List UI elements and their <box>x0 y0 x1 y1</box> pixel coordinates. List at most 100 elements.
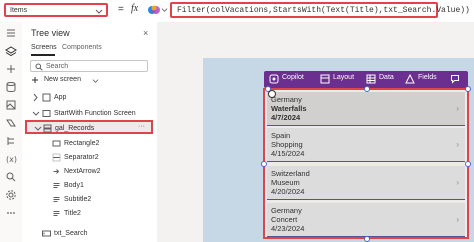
gallery-item[interactable]: Germany Waterfalls 4/7/2024 › <box>267 92 465 126</box>
rectangle-icon <box>52 139 61 148</box>
chevron-right-icon[interactable]: › <box>456 178 459 187</box>
formula-bar: Items = fx Filter(colVacations,StartsWit… <box>0 0 474 23</box>
copilot-icon[interactable] <box>147 4 161 16</box>
chevron-down-icon[interactable] <box>92 77 99 84</box>
media-icon[interactable] <box>4 98 18 112</box>
chevron-down-icon[interactable] <box>161 6 168 13</box>
tree-icon[interactable] <box>4 134 18 148</box>
more-options-icon[interactable]: ··· <box>138 123 145 130</box>
tree-item-label: Subtitle2 <box>64 195 92 203</box>
tree-item-title[interactable]: Title2 <box>22 208 157 220</box>
data-table-icon[interactable] <box>366 74 376 84</box>
settings-icon[interactable] <box>4 188 18 202</box>
arrow-icon <box>52 167 61 176</box>
resize-handle[interactable] <box>465 86 471 92</box>
property-dropdown-value: Items <box>10 7 28 14</box>
chevron-right-icon[interactable]: › <box>456 104 459 113</box>
resize-handle[interactable] <box>364 236 370 242</box>
chevron-right-icon[interactable]: › <box>456 215 459 224</box>
equals-sign: = <box>118 4 124 15</box>
tree-item-app[interactable]: App <box>22 92 157 104</box>
label-icon <box>52 181 61 190</box>
gallery-item[interactable]: Spain Shopping 4/15/2024 › <box>267 128 465 162</box>
search-placeholder: Search <box>46 62 69 70</box>
tree-item-label: Rectangle2 <box>64 139 100 147</box>
chevron-down-icon[interactable] <box>34 124 42 132</box>
property-dropdown[interactable]: Items <box>4 3 108 17</box>
chevron-right-icon[interactable]: › <box>456 140 459 149</box>
more-options-icon[interactable] <box>4 206 18 220</box>
chevron-right-icon[interactable] <box>32 93 39 102</box>
data-icon[interactable] <box>4 80 18 94</box>
tree-item-body[interactable]: Body1 <box>22 180 157 192</box>
label-icon <box>52 195 61 204</box>
resize-handle[interactable] <box>364 86 370 92</box>
gallery-item[interactable]: Germany Concert 4/23/2024 › <box>267 203 465 237</box>
tab-screens[interactable]: Screens <box>31 44 57 51</box>
layout-button[interactable]: Layout <box>333 74 354 81</box>
tab-components[interactable]: Components <box>62 44 102 51</box>
search-input[interactable]: Search <box>30 60 148 72</box>
chevron-down-icon[interactable] <box>32 109 40 117</box>
tree-item-gallery[interactable]: gal_Records ··· <box>25 120 153 134</box>
tree-item-label: gal_Records <box>55 124 95 132</box>
variables-icon[interactable]: (x) <box>4 152 18 166</box>
comment-icon[interactable] <box>450 74 460 84</box>
tree-view-panel: Tree view × Screens Components Search Ne… <box>22 22 158 242</box>
gallery-item-country: Switzerland <box>271 169 310 178</box>
gallery-item-title: Shopping <box>271 140 303 149</box>
screen-icon <box>42 109 51 118</box>
gallery-item-country: Germany <box>271 95 302 104</box>
search-icon <box>35 63 43 71</box>
separator-icon <box>52 153 61 162</box>
gallery-item-title: Concert <box>271 215 298 224</box>
tree-item-label: Body1 <box>64 181 84 189</box>
gallery-item[interactable]: Switzerland Museum 4/20/2024 › <box>267 166 465 200</box>
tree-item-label: Title2 <box>64 209 81 217</box>
layout-icon[interactable] <box>320 74 330 84</box>
tree-item-label: txt_Search <box>54 229 88 237</box>
svg-text:(x): (x) <box>6 155 17 164</box>
resize-handle[interactable] <box>465 161 471 167</box>
gallery-item-date: 4/23/2024 <box>271 224 305 233</box>
tree-item-screen[interactable]: StartWith Function Screen <box>22 108 157 120</box>
resize-handle[interactable] <box>261 161 267 167</box>
power-automate-icon[interactable] <box>4 116 18 130</box>
gallery-item-title: Waterfalls <box>271 104 307 113</box>
fields-icon[interactable] <box>405 74 415 84</box>
gallery-item-date: 4/20/2024 <box>271 187 305 196</box>
app-icon <box>42 93 51 102</box>
formula-text: Filter(colVacations,StartsWith(Text(Titl… <box>177 6 470 15</box>
tree-item-rectangle[interactable]: Rectangle2 <box>22 138 157 150</box>
gallery-item-date: 4/7/2024 <box>271 113 301 122</box>
search-icon[interactable] <box>4 170 18 184</box>
data-button[interactable]: Data <box>379 74 394 81</box>
plus-icon[interactable] <box>31 76 39 84</box>
gallery-icon <box>43 124 52 133</box>
hamburger-icon[interactable] <box>4 26 18 40</box>
tree-item-next-arrow[interactable]: NextArrow2 <box>22 166 157 178</box>
label-icon <box>52 209 61 218</box>
gallery-item-date: 4/15/2024 <box>271 149 305 158</box>
gallery-item-title: Museum <box>271 178 300 187</box>
tree-item-subtitle[interactable]: Subtitle2 <box>22 194 157 206</box>
gallery-item-country: Germany <box>271 206 302 215</box>
insert-icon[interactable] <box>4 62 18 76</box>
tree-item-separator[interactable]: Separator2 <box>22 152 157 164</box>
copilot-icon[interactable] <box>269 74 279 84</box>
close-icon[interactable]: × <box>143 28 148 38</box>
text-input-icon <box>42 229 51 238</box>
gallery-item-country: Spain <box>271 131 291 140</box>
chevron-down-icon <box>95 7 103 15</box>
layers-icon[interactable] <box>4 44 18 58</box>
fx-icon: fx <box>131 3 139 14</box>
tree-item-label: App <box>54 93 67 101</box>
edit-template-icon[interactable] <box>268 90 276 98</box>
tree-item-label: StartWith Function Screen <box>54 109 136 117</box>
copilot-button[interactable]: Copilot <box>282 74 304 81</box>
formula-input[interactable]: Filter(colVacations,StartsWith(Text(Titl… <box>170 2 470 18</box>
fields-button[interactable]: Fields <box>418 74 437 81</box>
tree-item-search[interactable]: txt_Search <box>22 228 157 240</box>
gallery[interactable]: Germany Waterfalls 4/7/2024 › Spain Shop… <box>263 88 469 239</box>
new-screen-button[interactable]: New screen <box>44 76 81 83</box>
